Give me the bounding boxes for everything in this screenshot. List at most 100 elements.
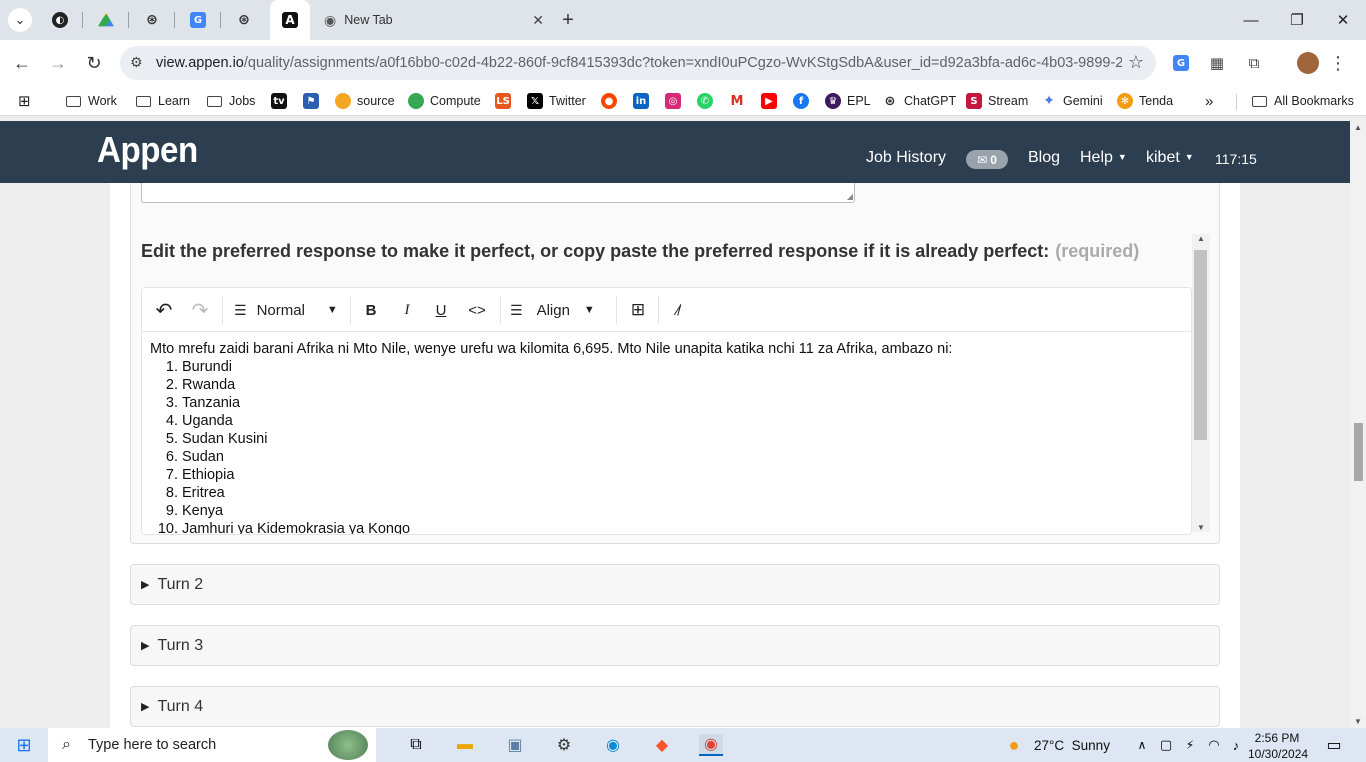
bookmark-linkedin[interactable]: in	[633, 91, 655, 111]
weather-sun-icon[interactable]: ●	[1002, 734, 1026, 756]
appen-icon: A	[282, 12, 298, 28]
taskbar-clock[interactable]: 2:56 PM 10/30/2024	[1248, 730, 1308, 762]
bookmark-source[interactable]: source	[335, 91, 395, 111]
editor-content[interactable]: Mto mrefu zaidi barani Afrika ni Mto Nil…	[142, 332, 1191, 534]
italic-button[interactable]: I	[396, 298, 418, 322]
editor-scroll-thumb[interactable]	[1194, 250, 1207, 440]
scroll-down-icon[interactable]: ▼	[1354, 717, 1362, 726]
notifications-icon[interactable]: ▭	[1322, 734, 1346, 756]
scroll-up-icon[interactable]: ▲	[1354, 123, 1362, 132]
scroll-down-icon[interactable]: ▼	[1197, 523, 1205, 532]
bookmark-epl[interactable]: ♛ EPL	[825, 91, 871, 111]
code-button[interactable]: <>	[464, 298, 490, 322]
question-label: Edit the preferred response to make it p…	[141, 241, 1140, 261]
close-window-button[interactable]: ✕	[1320, 0, 1366, 40]
pinned-tab-translate[interactable]: G	[178, 6, 218, 34]
clear-format-icon[interactable]: ⁄̸	[666, 298, 690, 322]
bookmark-gemini[interactable]: ✦ Gemini	[1041, 91, 1102, 111]
format-select[interactable]: ☰ Normal ▼	[234, 298, 344, 322]
list-item: 7. Ethiopia	[165, 467, 235, 483]
all-bookmarks[interactable]: All Bookmarks	[1252, 91, 1354, 111]
bold-button[interactable]: B	[360, 298, 382, 322]
bookmark-tenda[interactable]: ✻ Tenda	[1117, 91, 1173, 111]
taskbar-search[interactable]: ⌕ Type here to search	[48, 728, 376, 762]
weather-text[interactable]: 27°C Sunny	[1034, 738, 1110, 753]
messages-badge[interactable]: ✉ 0	[966, 150, 1008, 169]
minimize-button[interactable]: —	[1228, 0, 1274, 40]
chrome-menu-icon[interactable]: ⋮	[1328, 53, 1348, 73]
bookmark-star-icon[interactable]: ☆	[1121, 52, 1144, 73]
editor-scrollbar[interactable]: ▲ ▼	[1192, 234, 1210, 532]
windows-start-icon[interactable]: ⊞	[12, 734, 36, 756]
bookmark-work[interactable]: Work	[66, 91, 117, 111]
bookmark-learn[interactable]: Learn	[136, 91, 190, 111]
wifi-icon[interactable]: ◠	[1202, 734, 1226, 756]
file-explorer-icon[interactable]: ▬	[453, 734, 477, 756]
previous-textarea[interactable]: ◢	[141, 183, 855, 203]
bookmark-jobs[interactable]: Jobs	[207, 91, 255, 111]
meet-now-icon[interactable]: ▢	[1154, 734, 1178, 756]
settings-gear-icon[interactable]: ⚙	[552, 734, 576, 756]
flag-icon: ⚑	[303, 93, 319, 109]
bookmark-twitter[interactable]: 𝕏 Twitter	[527, 91, 586, 111]
user-menu[interactable]: kibet ▼	[1146, 149, 1194, 167]
appen-logo[interactable]: Appen	[97, 129, 198, 171]
underline-button[interactable]: U	[430, 298, 452, 322]
pinned-tab-chatgpt-2[interactable]: ⊛	[224, 6, 264, 34]
volume-icon[interactable]: ♪	[1224, 734, 1248, 756]
bookmark-chatgpt[interactable]: ⊛ ChatGPT	[882, 91, 957, 111]
bookmark-youtube[interactable]: ▶	[761, 91, 783, 111]
qr-code-icon[interactable]: ▦	[1207, 53, 1227, 73]
reload-button[interactable]: ↻	[80, 49, 108, 77]
brave-icon[interactable]: ◆	[650, 734, 674, 756]
page-scrollbar[interactable]: ▲ ▼	[1350, 121, 1366, 728]
bookmark-reddit[interactable]: ●	[601, 91, 623, 111]
turn-3-toggle[interactable]: ▶ Turn 3	[130, 625, 1220, 666]
photos-icon[interactable]: ▣	[503, 734, 527, 756]
bookmark-compute[interactable]: Compute	[408, 91, 481, 111]
show-hidden-icons[interactable]: ∧	[1130, 734, 1154, 756]
bookmark-stream[interactable]: S Stream	[966, 91, 1028, 111]
pinned-tab-drive[interactable]	[86, 6, 126, 34]
close-tab-icon[interactable]: ✕	[532, 12, 544, 29]
active-tab-appen[interactable]: A	[270, 0, 310, 40]
turn-4-toggle[interactable]: ▶ Turn 4	[130, 686, 1220, 727]
bookmark-gmail[interactable]: M	[729, 91, 751, 111]
turn-2-toggle[interactable]: ▶ Turn 2	[130, 564, 1220, 605]
undo-icon[interactable]: ↶	[152, 298, 176, 322]
bookmark-ls[interactable]: LS	[495, 91, 517, 111]
scroll-up-icon[interactable]: ▲	[1197, 234, 1205, 243]
more-bookmarks-icon[interactable]: »	[1205, 91, 1213, 111]
address-bar[interactable]: ⚙ view.appen.io/quality/assignments/a0f1…	[120, 46, 1156, 80]
blog-link[interactable]: Blog	[1028, 149, 1060, 167]
tab-new-tab[interactable]: ◉ New Tab ✕	[316, 0, 552, 40]
pinned-tab-chatgpt[interactable]: ⊛	[132, 6, 172, 34]
pinned-tab-1[interactable]: ◐	[40, 6, 80, 34]
extensions-icon[interactable]: ⧉	[1244, 53, 1264, 73]
apps-grid-icon[interactable]: ⊞	[18, 91, 31, 111]
bookmark-flag[interactable]: ⚑	[303, 91, 325, 111]
translate-icon[interactable]: G	[1171, 53, 1191, 73]
restore-button[interactable]: ❐	[1274, 0, 1320, 40]
resize-handle-icon[interactable]: ◢	[847, 192, 853, 201]
profile-avatar[interactable]	[1297, 52, 1319, 74]
align-select[interactable]: ☰ Align ▼	[510, 298, 610, 322]
bookmark-tv[interactable]: tv	[271, 91, 293, 111]
forward-button[interactable]: →	[44, 49, 72, 77]
network-icon[interactable]: ⚡	[1178, 734, 1202, 756]
page-scroll-thumb[interactable]	[1354, 423, 1363, 481]
task-view-icon[interactable]: ⧉	[404, 734, 428, 756]
job-history-link[interactable]: Job History	[866, 149, 946, 167]
edge-icon[interactable]: ◉	[601, 734, 625, 756]
site-info-icon[interactable]: ⚙	[130, 54, 143, 71]
redo-icon[interactable]: ↷	[188, 298, 212, 322]
bookmark-facebook[interactable]: f	[793, 91, 815, 111]
back-button[interactable]: ←	[8, 49, 36, 77]
new-tab-button[interactable]: +	[556, 8, 580, 32]
help-menu[interactable]: Help ▼	[1080, 149, 1127, 167]
table-icon[interactable]: ⊞	[626, 298, 650, 322]
bookmark-whatsapp[interactable]: ✆	[697, 91, 719, 111]
chrome-taskbar-icon[interactable]: ◉	[699, 734, 723, 756]
bookmark-instagram[interactable]: ◎	[665, 91, 687, 111]
tab-search-button[interactable]: ⌄	[8, 8, 32, 32]
